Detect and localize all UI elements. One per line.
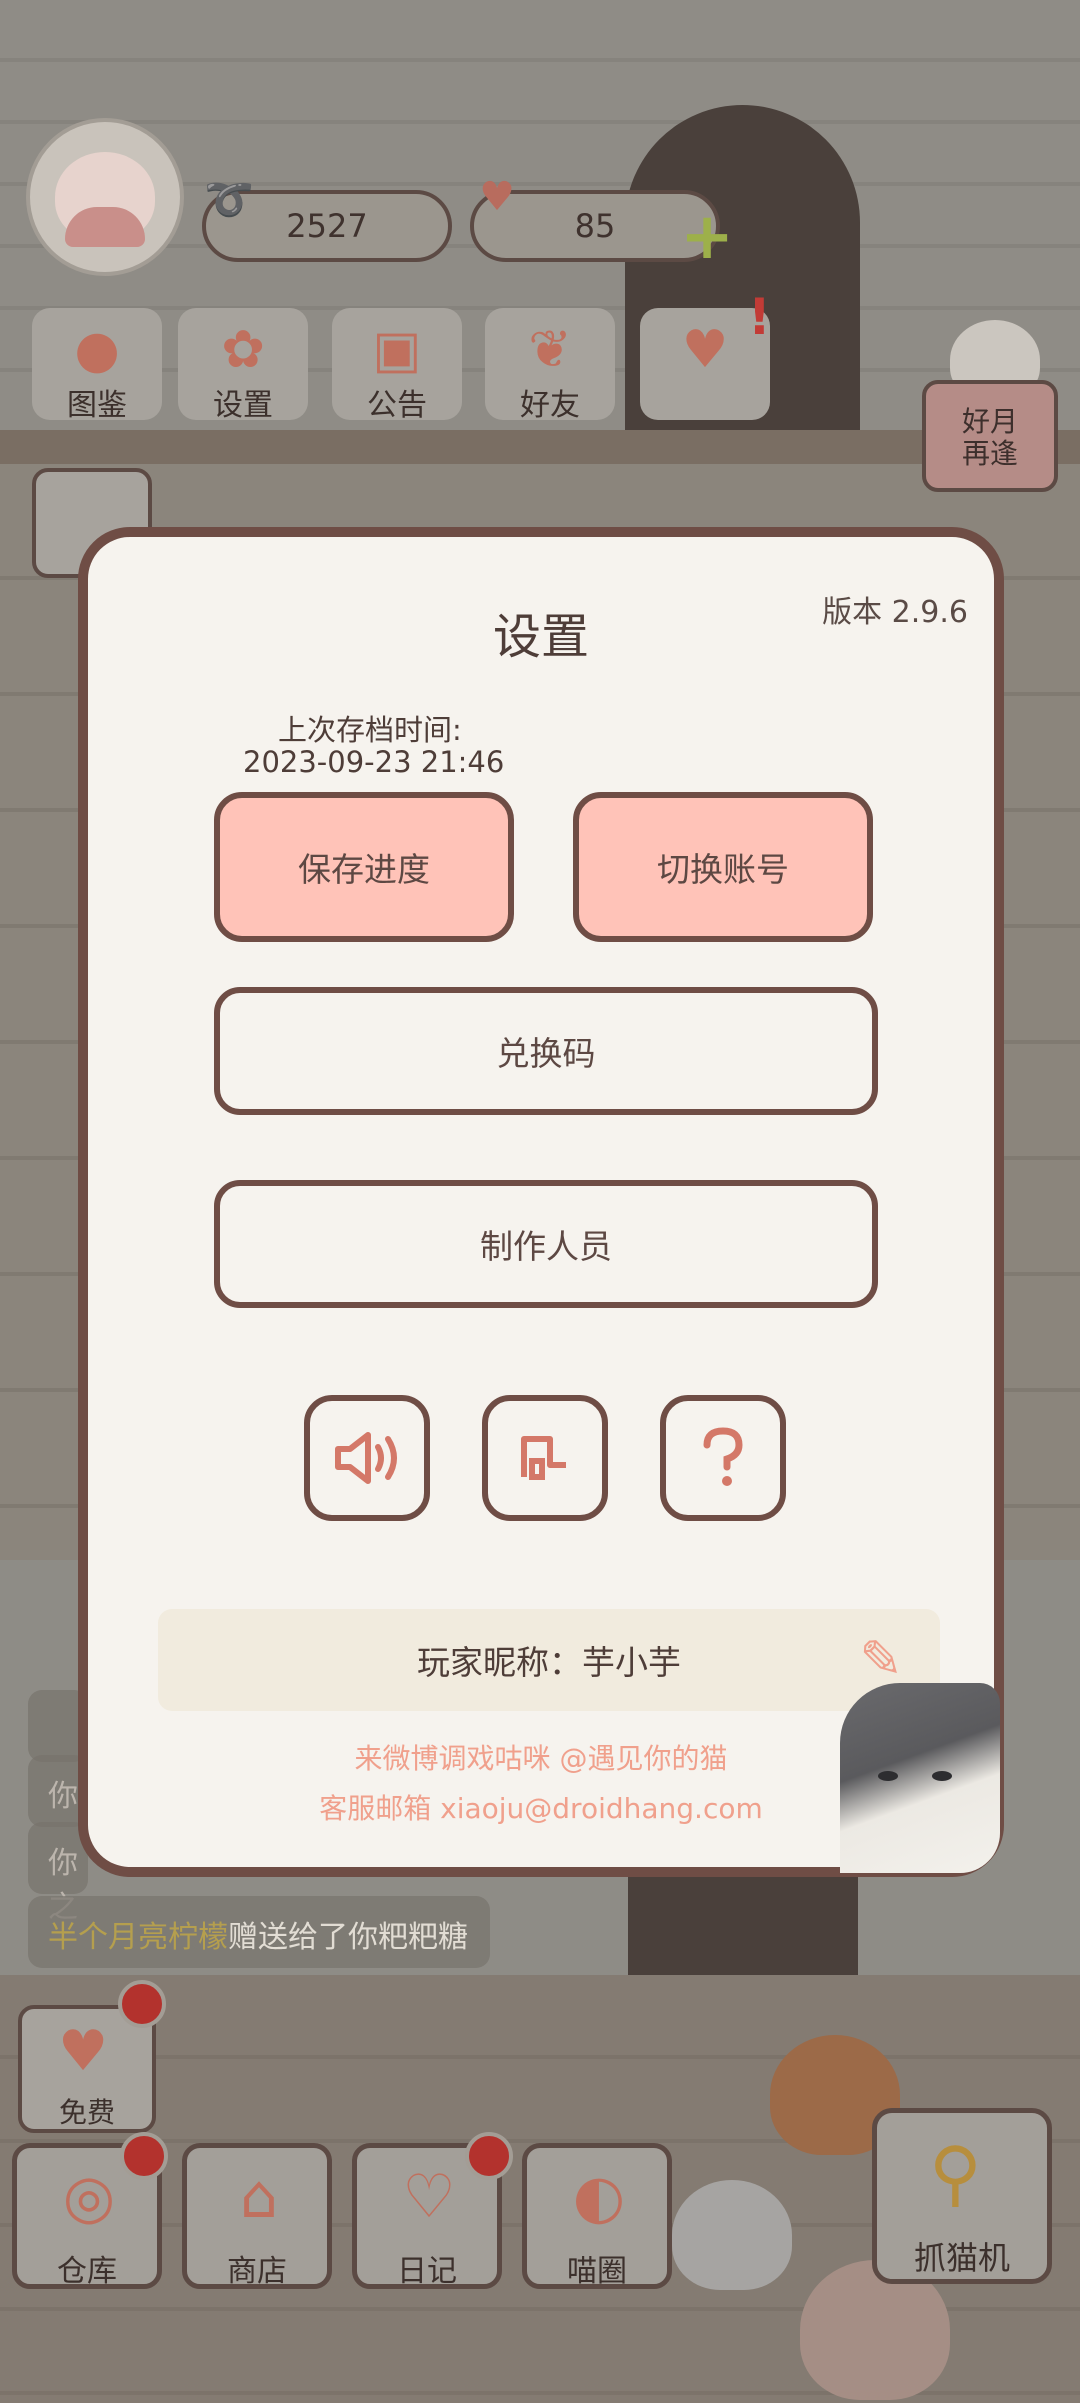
credits-label: 制作人员	[480, 1227, 612, 1266]
cat-circle-button[interactable]: ◐ 喵圈	[522, 2143, 672, 2289]
free-label: 免费	[58, 2096, 115, 2129]
switch-account-label: 切换账号	[657, 850, 789, 889]
background-shelf	[0, 430, 1080, 464]
event-label-line1: 好月	[961, 405, 1018, 438]
heart-count: 85	[574, 207, 616, 245]
announcement-button[interactable]: ▣ 公告	[332, 308, 462, 423]
redeem-code-button[interactable]: 兑换码	[214, 987, 878, 1115]
chat-text: 你	[48, 1779, 78, 1814]
redeem-code-label: 兑换码	[496, 1034, 596, 1073]
notification-dot	[120, 2132, 168, 2180]
notification-dot	[465, 2132, 513, 2180]
grey-cat-decoration	[672, 2180, 792, 2290]
event-button[interactable]: 好月 再逢	[922, 380, 1058, 492]
plus-icon[interactable]: +	[680, 205, 734, 269]
fish-icon: ➰	[204, 176, 254, 223]
hearts-icon: ♥	[681, 320, 729, 380]
help-icon	[703, 1427, 743, 1486]
gift-text: 赠送给了你粑粑糖	[228, 1920, 468, 1955]
storage-icon: ◎	[62, 2162, 116, 2232]
settings-label: 设置	[213, 388, 273, 423]
claw-machine-label: 抓猫机	[913, 2239, 1010, 2277]
avatar-face	[55, 152, 155, 247]
credits-button[interactable]: 制作人员	[214, 1180, 878, 1308]
storage-label: 仓库	[57, 2254, 117, 2289]
cat-circle-label: 喵圈	[567, 2254, 627, 2289]
friends-icon: ❦	[528, 320, 572, 380]
switch-account-button[interactable]: 切换账号	[573, 792, 873, 942]
settings-button[interactable]: ✿ 设置	[178, 308, 308, 423]
nickname-bar: 玩家昵称：芋小芋 ✎	[158, 1609, 940, 1711]
collection-label: 图鉴	[67, 388, 127, 423]
cat-planet-icon: ◐	[572, 2162, 626, 2232]
heart-icon: ♥	[479, 174, 515, 220]
collection-button[interactable]: ● 图鉴	[32, 308, 162, 423]
heart-icon: ♥	[58, 2019, 109, 2084]
gift-icon: ▣	[372, 320, 422, 380]
shop-icon: ⌂	[239, 2162, 279, 2232]
cat-head-icon: ●	[74, 320, 120, 380]
music-button[interactable]	[482, 1395, 608, 1521]
cat-eye	[878, 1771, 898, 1781]
save-progress-label: 保存进度	[298, 850, 430, 889]
sound-icon	[335, 1432, 397, 1484]
gear-icon: ✿	[221, 320, 265, 380]
edit-icon[interactable]: ✎	[852, 1631, 910, 1689]
music-icon	[521, 1436, 566, 1480]
chat-gift-line: 半个月亮柠檬赠送给了你粑粑糖	[28, 1896, 490, 1968]
diary-icon: ♡	[402, 2162, 456, 2232]
save-progress-button[interactable]: 保存进度	[214, 792, 514, 942]
cat-photo	[840, 1683, 1000, 1873]
help-button[interactable]	[660, 1395, 786, 1521]
cat-eye	[932, 1771, 952, 1781]
claw-icon: ⚲	[929, 2131, 982, 2215]
friends-button[interactable]: ❦ 好友	[485, 308, 615, 423]
dialog-title: 设置	[492, 609, 589, 665]
fish-count: 2527	[286, 207, 368, 245]
nickname-text: 玩家昵称：芋小芋	[417, 1643, 681, 1682]
last-save-label: 上次存档时间:	[278, 713, 462, 747]
alert-icon: !	[748, 288, 771, 346]
event-label-line2: 再逢	[961, 437, 1018, 470]
player-avatar[interactable]	[26, 118, 184, 276]
announcement-label: 公告	[367, 388, 427, 423]
last-save-time: 2023-09-23 21:46	[243, 745, 505, 779]
shop-button[interactable]: ⌂ 商店	[182, 2143, 332, 2289]
diary-label: 日记	[397, 2254, 457, 2289]
claw-machine-button[interactable]: ⚲ 抓猫机	[872, 2108, 1052, 2284]
sound-button[interactable]	[304, 1395, 430, 1521]
gift-sender: 半个月亮柠檬	[48, 1920, 228, 1955]
shop-label: 商店	[227, 2254, 287, 2289]
settings-dialog: 版本 2.9.6 设置 上次存档时间: 2023-09-23 21:46 保存进…	[78, 527, 1004, 1877]
notification-dot	[118, 1980, 166, 2028]
friends-label: 好友	[520, 388, 580, 423]
